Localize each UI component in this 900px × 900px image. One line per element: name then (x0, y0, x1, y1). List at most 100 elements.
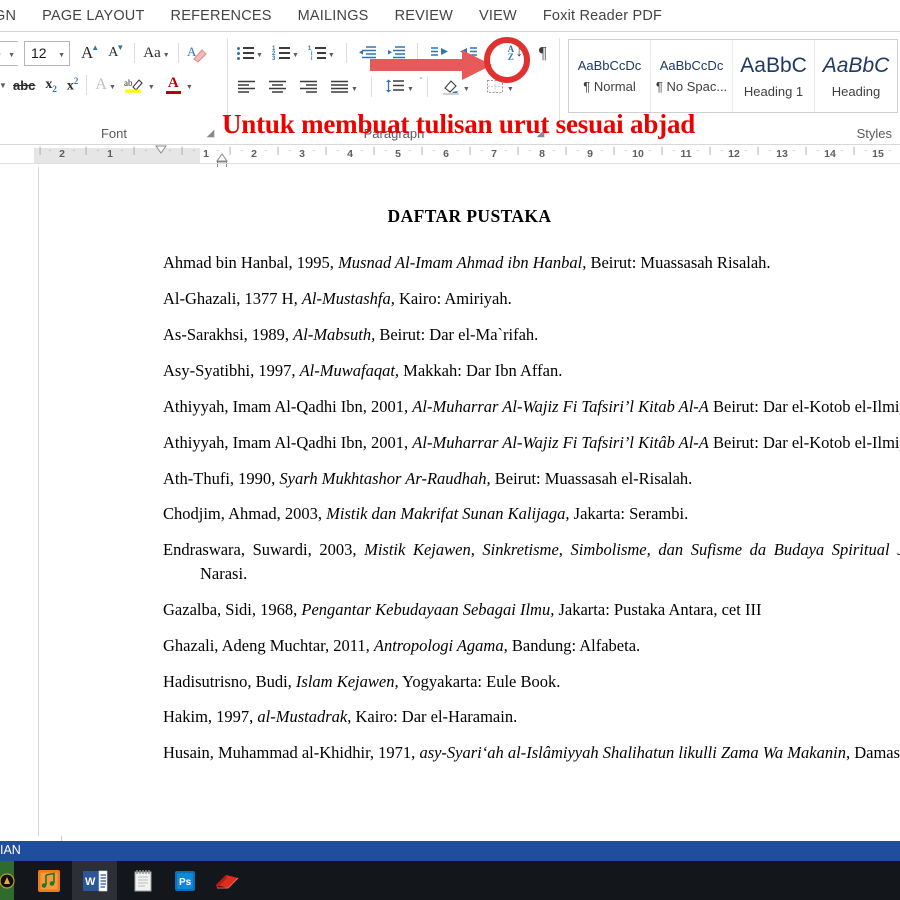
shading-icon[interactable]: ▼ (438, 74, 473, 100)
bibliography-entry: Chodjim, Ahmad, 2003, Mistik dan Makrifa… (163, 502, 900, 525)
ruler-tick: | (852, 145, 856, 155)
ruler-tick: · (264, 145, 268, 155)
tab-design[interactable]: GN (0, 0, 29, 31)
text-effects-button[interactable]: A ▼ (92, 72, 119, 98)
ref-author-year: Al-Ghazali, 1377 H, (163, 288, 302, 308)
chevron-down-icon: ▼ (108, 83, 116, 91)
grow-font-button[interactable]: A ▲ (78, 40, 104, 66)
start-orb-icon[interactable] (0, 861, 20, 900)
paragraph-mark-icon[interactable]: ¶ (536, 40, 550, 66)
ref-publisher: , Damaskus. (845, 743, 900, 763)
group-label-font: Font (100, 126, 127, 141)
align-right-icon[interactable] (296, 74, 321, 100)
ref-title: Mistik dan Makrifat Sunan Kalijaga, (326, 504, 570, 524)
align-left-icon[interactable] (234, 74, 259, 100)
first-line-indent-marker[interactable] (155, 145, 167, 154)
style-item-no-spacing[interactable]: AaBbCcDc ¶ No Spac... (651, 40, 734, 112)
document-page[interactable]: DAFTAR PUSTAKA Ahmad bin Hanbal, 1995, M… (39, 167, 900, 841)
ref-publisher: , Beirut: Muassasah Risalah. (582, 253, 771, 272)
ruler-tick: · (816, 145, 820, 155)
notepad-icon[interactable] (122, 861, 164, 900)
ruler-tick: · (672, 145, 676, 155)
line-spacing-icon[interactable]: ▼ (382, 74, 417, 100)
tab-review[interactable]: REVIEW (382, 0, 466, 31)
ruler[interactable]: 2 1 | · · | · · | · · | · 1 2 3 4 5 6 7 … (0, 145, 900, 171)
ref-publisher: Jakarta: Serambi. (569, 504, 689, 524)
style-name: ¶ No Spac... (655, 79, 728, 94)
decrease-indent-icon[interactable] (355, 40, 380, 66)
photoshop-icon[interactable]: Ps (164, 861, 206, 900)
style-item-normal[interactable]: AaBbCcDc ¶ Normal (569, 40, 652, 112)
chevron-down-icon[interactable]: ▼ (186, 84, 193, 91)
tab-mailings[interactable]: MAILINGS (285, 0, 382, 31)
change-case-button[interactable]: Aa ▼ (140, 40, 172, 66)
ruler-number: 13 (776, 148, 788, 160)
borders-icon[interactable]: ▼ (483, 74, 517, 100)
increase-indent-icon[interactable] (384, 40, 409, 66)
music-player-icon[interactable] (30, 861, 68, 900)
subscript-label: x2 (45, 76, 57, 94)
ruler-tick: · (888, 145, 892, 155)
tab-foxit-reader-pdf[interactable]: Foxit Reader PDF (530, 0, 675, 31)
ref-title: Pengantar Kebudayaan Sebagai Ilmu, (301, 599, 555, 619)
right-to-left-text-icon[interactable] (456, 40, 482, 66)
document-canvas[interactable]: DAFTAR PUSTAKA Ahmad bin Hanbal, 1995, M… (0, 167, 900, 841)
strikethrough-button[interactable]: abc (10, 72, 38, 98)
svg-text:Ps: Ps (179, 877, 192, 888)
ruler-number: 1 (203, 148, 209, 160)
bibliography-entry: Ghazali, Adeng Muchtar, 2011, Antropolog… (163, 634, 900, 657)
chevron-down-icon[interactable]: ▼ (148, 84, 155, 91)
subscript-button[interactable]: x2 (42, 72, 60, 98)
numbering-icon[interactable]: 1 2 3 ▼ (270, 40, 302, 66)
style-item-heading-2[interactable]: AaBbC Heading (815, 40, 897, 112)
ruler-tick: · (72, 145, 76, 155)
underline-button[interactable]: ▼ (0, 72, 10, 98)
ruler-tick: · (120, 145, 124, 155)
justify-icon[interactable]: ▼ (327, 74, 361, 100)
clear-formatting-icon[interactable]: A (184, 40, 211, 66)
ruler-tick: | (612, 145, 616, 155)
ruler-tick: · (528, 145, 532, 155)
status-bar[interactable]: IAN (0, 841, 900, 861)
font-color-button[interactable]: A (163, 72, 184, 98)
ruler-tick: · (240, 145, 244, 155)
ruler-tick: | (372, 145, 376, 155)
left-to-right-text-icon[interactable] (426, 40, 452, 66)
ruler-tick: · (96, 145, 100, 155)
font-size-combobox[interactable]: 12 ▼ (24, 40, 70, 66)
align-center-icon[interactable] (265, 74, 290, 100)
bullets-icon[interactable]: ▼ (234, 40, 266, 66)
ruler-tick: | (276, 145, 280, 155)
divider (86, 75, 88, 95)
ruler-tick: · (168, 145, 172, 155)
document-title: DAFTAR PUSTAKA (387, 206, 552, 226)
ref-title: Al-Mabsuth, (293, 324, 376, 344)
word-icon[interactable]: W (72, 861, 117, 900)
ruler-number: 7 (491, 148, 497, 160)
book-reader-icon[interactable] (206, 861, 248, 900)
ruler-number: 11 (680, 148, 692, 160)
style-item-heading-1[interactable]: AaBbC Heading 1 (733, 40, 816, 112)
ruler-tick: · (696, 145, 700, 155)
superscript-button[interactable]: x2 (64, 72, 82, 98)
ruler-tick: · (504, 145, 508, 155)
ruler-tick: · (720, 145, 724, 155)
ruler-tick: | (132, 145, 136, 155)
chevron-down-icon: ▼ (0, 80, 7, 90)
text-highlight-button[interactable]: ab (121, 72, 146, 98)
shrink-font-button[interactable]: A ▼ (105, 40, 129, 66)
tab-page-layout[interactable]: PAGE LAYOUT (29, 0, 157, 31)
font-name-combobox[interactable]: o ▼ (0, 40, 18, 66)
superscript-index: 2 (73, 75, 79, 86)
tab-references[interactable]: REFERENCES (158, 0, 285, 31)
tab-view[interactable]: VIEW (466, 0, 530, 31)
sort-az-button[interactable]: A Z ↓ (498, 40, 524, 66)
font-dialog-launcher[interactable]: ◢ (205, 128, 216, 139)
styles-gallery[interactable]: AaBbCcDc ¶ Normal AaBbCcDc ¶ No Spac... … (568, 39, 898, 113)
ref-publisher: Beirut: Dar el-Kotob el-Ilmiyah, cet I. (713, 432, 900, 452)
ref-title: Antropologi Agama, (373, 635, 508, 655)
multilevel-list-icon[interactable]: 1 i i ▼ (306, 40, 338, 66)
style-name: Heading 1 (743, 83, 804, 99)
ref-author-year: Ath-Thufi, 1990, (163, 468, 280, 488)
taskbar[interactable]: W Ps (0, 861, 900, 900)
